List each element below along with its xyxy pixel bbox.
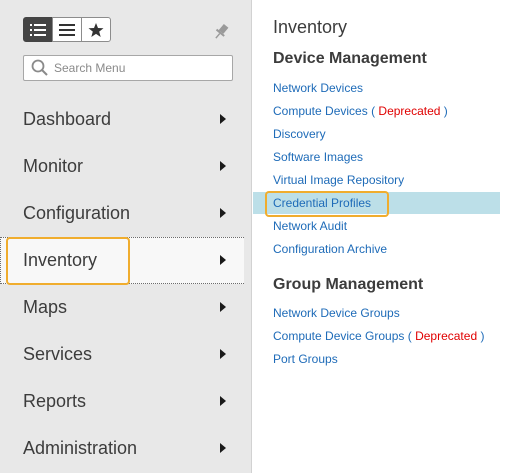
link-compute-device-groups[interactable]: Compute Device Groups ( Deprecated )	[253, 325, 500, 347]
link-software-images[interactable]: Software Images	[253, 146, 500, 168]
chevron-right-icon	[220, 208, 226, 218]
deprecated-label: Deprecated	[378, 104, 441, 118]
open-paren: (	[371, 104, 376, 118]
main-menu-panel: Dashboard Monitor Configuration Inventor…	[0, 0, 252, 473]
nav-item-label: Administration	[23, 438, 138, 458]
link-label: Network Devices	[273, 81, 364, 95]
link-compute-devices[interactable]: Compute Devices ( Deprecated )	[253, 100, 500, 122]
list-view-icon	[30, 23, 46, 36]
nav-item-label: Dashboard	[23, 109, 112, 129]
favorites-button[interactable]	[81, 17, 111, 42]
link-configuration-archive[interactable]: Configuration Archive	[253, 238, 500, 260]
detail-view-icon	[59, 23, 75, 36]
nav-item-reports[interactable]: Reports	[0, 378, 244, 425]
link-label: Compute Device Groups	[273, 329, 405, 343]
link-label: Virtual Image Repository	[273, 173, 405, 187]
nav-item-label: Services	[23, 344, 93, 364]
nav-item-dashboard[interactable]: Dashboard	[0, 96, 244, 143]
submenu-title: Inventory	[273, 17, 348, 37]
link-label: Network Device Groups	[273, 306, 400, 320]
link-virtual-image-repository[interactable]: Virtual Image Repository	[253, 169, 500, 191]
search-icon	[31, 59, 48, 76]
open-paren: (	[407, 329, 412, 343]
chevron-right-icon	[220, 161, 226, 171]
chevron-right-icon	[220, 396, 226, 406]
chevron-right-icon	[220, 255, 226, 265]
chevron-right-icon	[220, 443, 226, 453]
link-port-groups[interactable]: Port Groups	[253, 348, 500, 370]
link-label: Network Audit	[273, 219, 348, 233]
nav-item-label: Maps	[23, 297, 68, 317]
link-network-audit[interactable]: Network Audit	[253, 215, 500, 237]
chevron-right-icon	[220, 349, 226, 359]
nav-item-label: Configuration	[23, 203, 131, 223]
chevron-right-icon	[220, 302, 226, 312]
nav-item-label: Reports	[23, 391, 87, 411]
deprecated-label: Deprecated	[415, 329, 478, 343]
link-label: Configuration Archive	[273, 242, 388, 256]
nav-item-monitor[interactable]: Monitor	[0, 143, 244, 190]
view-toggle-group	[23, 17, 111, 42]
nav-item-administration[interactable]: Administration	[0, 425, 244, 472]
pin-icon[interactable]	[211, 22, 231, 42]
detail-view-button[interactable]	[52, 17, 82, 42]
favorites-star-icon	[88, 22, 104, 37]
nav-item-maps[interactable]: Maps	[0, 284, 244, 331]
search-menu-field[interactable]	[23, 55, 233, 81]
device-management-heading: Device Management	[273, 50, 427, 67]
nav-item-services[interactable]: Services	[0, 331, 244, 378]
link-discovery[interactable]: Discovery	[253, 123, 500, 145]
inventory-highlight-outline	[6, 237, 130, 285]
link-label: Port Groups	[273, 352, 338, 366]
close-paren: )	[480, 329, 485, 343]
link-label: Compute Devices	[273, 104, 368, 118]
link-label: Software Images	[273, 150, 364, 164]
list-view-button[interactable]	[23, 17, 53, 42]
link-network-device-groups[interactable]: Network Device Groups	[253, 302, 500, 324]
nav-item-configuration[interactable]: Configuration	[0, 190, 244, 237]
group-management-heading: Group Management	[273, 276, 424, 293]
chevron-right-icon	[220, 114, 226, 124]
inventory-submenu-panel: Inventory Device Management Network Devi…	[253, 0, 511, 473]
nav-item-label: Monitor	[23, 156, 84, 176]
credential-profiles-highlight-outline	[265, 191, 389, 217]
link-network-devices[interactable]: Network Devices	[253, 77, 500, 99]
close-paren: )	[443, 104, 448, 118]
link-label: Discovery	[273, 127, 326, 141]
search-menu-input[interactable]	[54, 61, 224, 75]
